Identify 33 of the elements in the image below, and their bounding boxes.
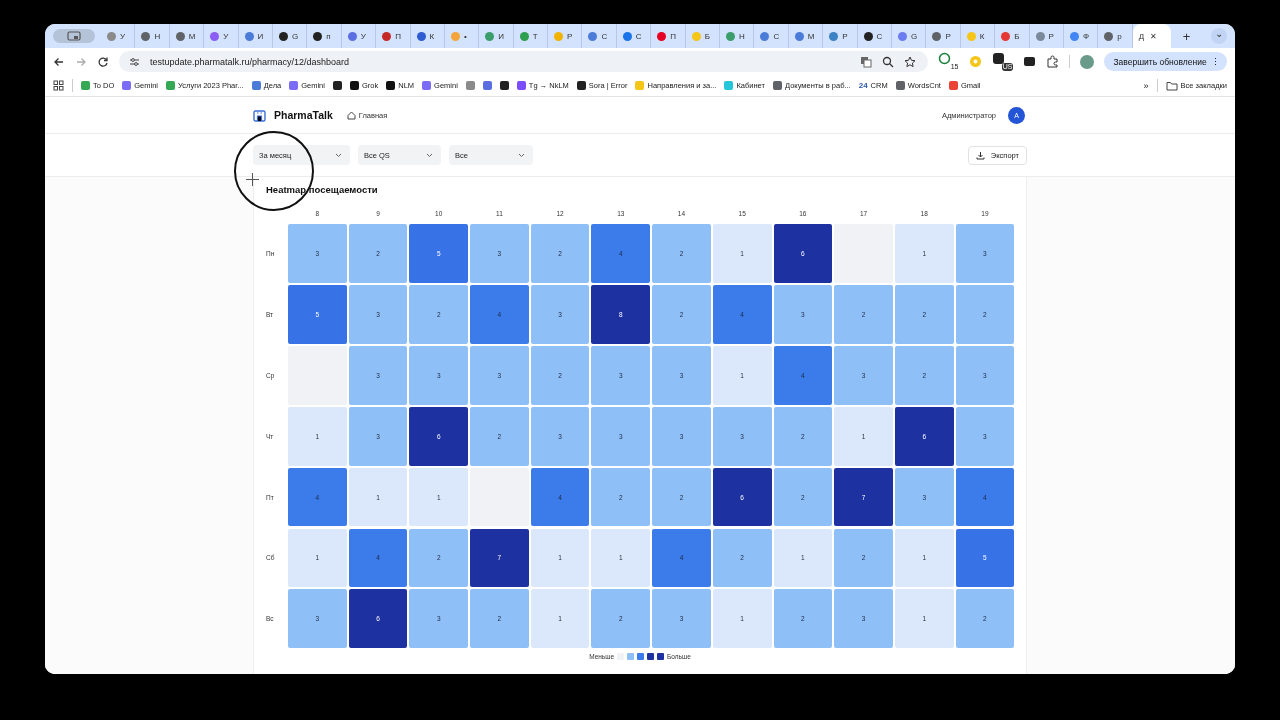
extension-icon[interactable] (1023, 55, 1037, 68)
tab-search-button[interactable]: ⌄ (1211, 28, 1227, 44)
address-bar[interactable]: testupdate.pharmatalk.ru/pharmacy/12/dashboard (119, 51, 929, 72)
logo-icon (253, 108, 266, 122)
translate-icon[interactable] (860, 55, 873, 68)
reload-icon[interactable] (97, 55, 109, 68)
heatmap-cell[interactable] (470, 467, 529, 527)
update-button[interactable]: Завершить обновление ⋮ (1104, 52, 1227, 71)
window-icon (67, 31, 81, 41)
download-icon (975, 150, 985, 160)
chevron-down-icon (335, 152, 342, 158)
tab-group-button[interactable] (53, 29, 95, 43)
folder-icon (1165, 80, 1178, 91)
heatmap-cell[interactable] (288, 345, 347, 405)
new-tab-button[interactable]: + (1182, 28, 1191, 44)
brand-name: PharmaTalk (274, 109, 333, 121)
bookmark[interactable] (499, 81, 509, 90)
close-tab-button[interactable]: ✕ (1150, 31, 1158, 41)
crosshair-cursor-icon (246, 173, 259, 186)
chevron-down-icon (426, 152, 433, 158)
apps-icon[interactable] (53, 80, 64, 91)
bookmark[interactable] (332, 81, 342, 90)
profile-avatar[interactable] (1080, 54, 1095, 69)
chevron-down-icon (518, 152, 525, 158)
card-title: Heatmap посещаемости (266, 184, 379, 197)
home-icon (346, 110, 356, 120)
star-icon[interactable] (904, 55, 917, 68)
back-icon[interactable] (53, 55, 65, 68)
browser-tab[interactable]: Д ✕ (1132, 24, 1171, 48)
more-bookmarks-button[interactable]: » (1143, 80, 1149, 91)
puzzle-icon[interactable] (1046, 55, 1060, 68)
zoom-icon[interactable] (882, 55, 895, 68)
site-settings-icon[interactable] (129, 56, 140, 67)
